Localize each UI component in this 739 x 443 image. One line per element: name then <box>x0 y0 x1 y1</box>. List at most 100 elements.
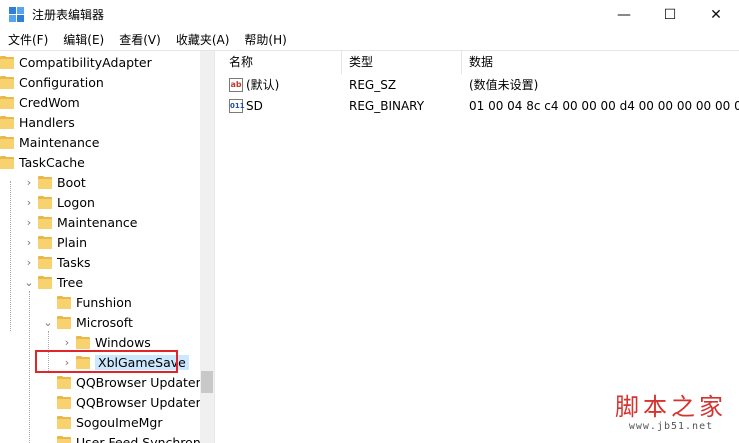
folder-icon <box>38 275 52 289</box>
folder-icon <box>57 295 71 309</box>
tree-item-label: Logon <box>57 194 95 210</box>
expand-arrow-icon[interactable]: › <box>24 252 34 272</box>
tree-item[interactable]: › Windows <box>62 332 214 352</box>
tree-scrollbar[interactable] <box>200 51 214 443</box>
expand-arrow-icon[interactable]: › <box>24 172 34 192</box>
menu-file[interactable]: 文件(F) <box>0 31 55 48</box>
menu-help[interactable]: 帮助(H) <box>236 31 293 48</box>
value-type: REG_BINARY <box>349 99 425 113</box>
folder-icon <box>57 435 71 443</box>
tree-item[interactable]: User Feed Synchronizat <box>43 432 214 443</box>
tree-item-label: Windows <box>95 334 151 350</box>
tree-item-label: Funshion <box>76 294 132 310</box>
folder-icon <box>0 155 14 169</box>
tree-item-label: Tasks <box>57 254 91 270</box>
tree-item-label: Tree <box>57 274 84 290</box>
expand-arrow-icon[interactable]: › <box>24 232 34 252</box>
tree-item[interactable]: Maintenance <box>0 132 200 152</box>
column-header-name[interactable]: 名称 <box>222 51 342 74</box>
value-data: (数值未设置) <box>469 78 539 92</box>
folder-icon <box>57 415 71 429</box>
close-button[interactable]: ✕ <box>693 0 739 29</box>
value-type: REG_SZ <box>349 78 397 92</box>
folder-icon <box>76 335 90 349</box>
maximize-button[interactable]: ☐ <box>647 0 693 29</box>
window-title: 注册表编辑器 <box>32 8 105 22</box>
column-header-data[interactable]: 数据 <box>462 51 739 74</box>
value-list: 名称 类型 数据 ab (默认) REG_SZ (数值未设置) 011 SD R… <box>222 51 739 443</box>
folder-icon <box>57 315 71 329</box>
folder-icon <box>0 135 14 149</box>
folder-icon <box>0 55 14 69</box>
tree-item-label: SogouImeMgr <box>76 414 163 430</box>
watermark: 脚本之家 www.jb51.net <box>615 393 727 432</box>
tree-scrollbar-thumb[interactable] <box>201 371 213 393</box>
tree-item[interactable]: ⌄ Microsoft <box>43 312 214 332</box>
registry-key-tree[interactable]: CompatibilityAdapter Configuration CredWom… <box>0 51 214 443</box>
tree-item[interactable]: › Plain <box>24 232 214 252</box>
tree-item[interactable]: CompatibilityAdapter <box>0 52 200 72</box>
folder-icon <box>57 395 71 409</box>
folder-icon <box>38 235 52 249</box>
tree-item[interactable]: QQBrowser Updater Ta <box>43 392 214 412</box>
tree-guide-line <box>10 181 11 331</box>
annotation-highlight-box <box>35 350 178 373</box>
tree-item-label: CredWom <box>19 94 80 110</box>
tree-item[interactable]: Handlers <box>0 112 200 132</box>
expand-arrow-icon <box>43 412 53 432</box>
tree-item-label: Maintenance <box>19 134 100 150</box>
folder-icon <box>38 195 52 209</box>
menu-edit[interactable]: 编辑(E) <box>55 31 111 48</box>
tree-item[interactable]: SogouImeMgr <box>43 412 214 432</box>
tree-item[interactable]: › Tasks <box>24 252 214 272</box>
watermark-title: 脚本之家 <box>615 393 727 421</box>
tree-item-label: Boot <box>57 174 86 190</box>
menu-favorites[interactable]: 收藏夹(A) <box>168 31 237 48</box>
collapse-arrow-icon[interactable]: ⌄ <box>24 272 34 292</box>
value-name: (默认) <box>246 78 280 92</box>
folder-icon <box>38 175 52 189</box>
tree-item[interactable]: ⌄ Tree <box>24 272 214 292</box>
folder-icon <box>38 215 52 229</box>
expand-arrow-icon <box>43 292 53 312</box>
tree-item-label: TaskCache <box>19 154 85 170</box>
tree-item[interactable]: › Logon <box>24 192 214 212</box>
tree-item[interactable]: QQBrowser Updater Ta <box>43 372 214 392</box>
tree-item-label: CompatibilityAdapter <box>19 54 152 70</box>
tree-item[interactable]: Funshion <box>43 292 214 312</box>
tree-item[interactable]: › Boot <box>24 172 214 192</box>
menu-view[interactable]: 查看(V) <box>111 31 168 48</box>
expand-arrow-icon <box>43 392 53 412</box>
binary-value-icon: 011 <box>229 99 245 113</box>
tree-item-label: Plain <box>57 234 88 250</box>
tree-item-label: Maintenance <box>57 214 138 230</box>
folder-icon <box>38 255 52 269</box>
column-header-type[interactable]: 类型 <box>342 51 462 74</box>
watermark-url: www.jb51.net <box>628 421 714 432</box>
tree-item[interactable]: TaskCache <box>0 152 200 172</box>
tree-item[interactable]: › Maintenance <box>24 212 214 232</box>
folder-icon <box>0 115 14 129</box>
tree-guide-line <box>29 291 30 443</box>
tree-item[interactable]: Configuration <box>0 72 200 92</box>
regedit-app-icon <box>9 6 25 23</box>
tree-item-label: Handlers <box>19 114 75 130</box>
expand-arrow-icon[interactable]: › <box>24 192 34 212</box>
expand-arrow-icon <box>43 372 53 392</box>
list-row[interactable]: 011 SD REG_BINARY 01 00 04 8c c4 00 00 0… <box>222 96 739 117</box>
expand-arrow-icon[interactable]: › <box>62 332 72 352</box>
title-bar: 注册表编辑器 — ☐ ✕ <box>0 0 739 29</box>
collapse-arrow-icon[interactable]: ⌄ <box>43 312 53 332</box>
minimize-button[interactable]: — <box>601 0 647 29</box>
tree-item-label: Configuration <box>19 74 104 90</box>
expand-arrow-icon[interactable]: › <box>24 212 34 232</box>
folder-icon <box>0 95 14 109</box>
list-row[interactable]: ab (默认) REG_SZ (数值未设置) <box>222 75 739 96</box>
tree-item-label: QQBrowser Updater Ta <box>76 394 214 410</box>
value-name: SD <box>246 99 263 113</box>
tree-item-label: User Feed Synchronizat <box>76 434 214 443</box>
tree-item[interactable]: CredWom <box>0 92 200 112</box>
menu-bar: 文件(F) 编辑(E) 查看(V) 收藏夹(A) 帮助(H) <box>0 29 739 49</box>
pane-splitter[interactable] <box>214 51 222 443</box>
folder-icon <box>57 375 71 389</box>
